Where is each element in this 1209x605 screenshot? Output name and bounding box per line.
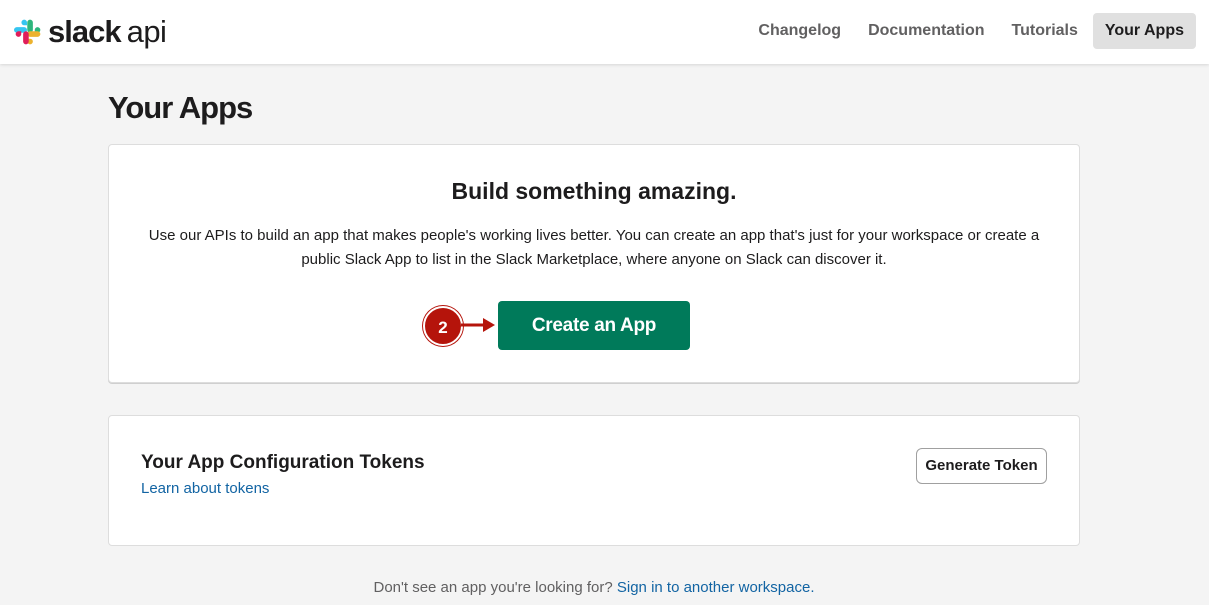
slack-logo-icon [14, 19, 41, 45]
main-nav: Changelog Documentation Tutorials Your A… [743, 13, 1196, 49]
nav-documentation[interactable]: Documentation [856, 13, 996, 49]
build-description: Use our APIs to build an app that makes … [148, 227, 1040, 268]
page-title: Your Apps [108, 90, 253, 125]
step-number-badge: 2 [423, 306, 463, 346]
build-heading: Build something amazing. [451, 178, 737, 204]
tokens-heading: Your App Configuration Tokens [141, 452, 425, 473]
footer-note: Don't see an app you're looking for? Sig… [0, 579, 1188, 596]
app-config-tokens-card: Your App Configuration Tokens Learn abou… [108, 415, 1080, 546]
top-navigation-bar: slack api Changelog Documentation Tutori… [0, 0, 1209, 64]
logo-text-api: api [126, 14, 167, 49]
build-app-card: Build something amazing. Use our APIs to… [108, 144, 1080, 383]
sign-in-workspace-link[interactable]: Sign in to another workspace. [617, 579, 815, 596]
footer-text: Don't see an app you're looking for? [373, 579, 613, 596]
arrow-right-icon [461, 318, 495, 332]
nav-changelog[interactable]: Changelog [746, 13, 853, 49]
generate-token-button[interactable]: Generate Token [916, 448, 1047, 484]
slack-api-logo[interactable]: slack api [14, 14, 167, 50]
create-app-button[interactable]: Create an App [498, 301, 690, 350]
logo-text-slack: slack [48, 14, 122, 49]
nav-tutorials[interactable]: Tutorials [1000, 13, 1090, 49]
learn-about-tokens-link[interactable]: Learn about tokens [141, 480, 269, 497]
nav-your-apps[interactable]: Your Apps [1092, 13, 1196, 49]
